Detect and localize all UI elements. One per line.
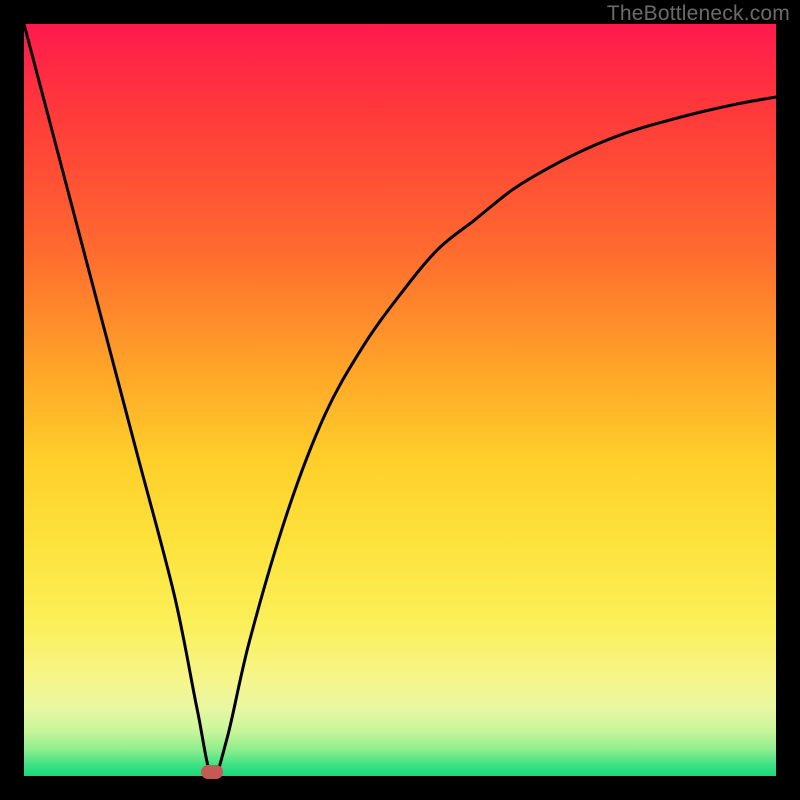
bottleneck-curve <box>24 24 776 776</box>
chart-frame: TheBottleneck.com <box>0 0 800 800</box>
attribution-text: TheBottleneck.com <box>607 2 790 26</box>
optimal-marker <box>201 765 223 779</box>
plot-area <box>24 24 776 776</box>
